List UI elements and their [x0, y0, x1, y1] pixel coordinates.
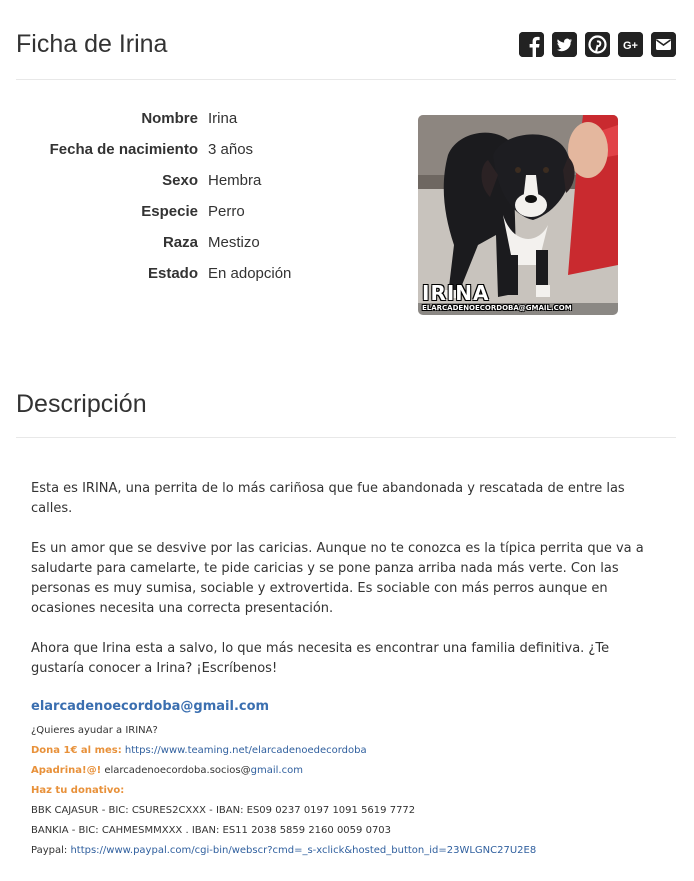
- teaming-link[interactable]: https://www.teaming.net/elarcadenoedecor…: [125, 745, 367, 756]
- paypal-label: Paypal:: [31, 845, 68, 856]
- fact-row-breed: Raza Mestizo: [16, 227, 316, 258]
- page-header: Ficha de Irina G+: [16, 28, 676, 60]
- paypal-line: Paypal: https://www.paypal.com/cgi-bin/w…: [31, 841, 671, 861]
- pinterest-icon[interactable]: [585, 32, 610, 57]
- page-title: Ficha de Irina: [16, 30, 168, 58]
- bank-account-2: BANKIA - BIC: CAHMESMMXXX . IBAN: ES11 2…: [31, 825, 392, 836]
- donate-label: Dona 1€ al mes:: [31, 745, 122, 756]
- donate-line: Dona 1€ al mes: https://www.teaming.net/…: [31, 741, 671, 761]
- bank-account-1: BBK CAJASUR - BIC: CSURES2CXXX - IBAN: E…: [31, 805, 416, 816]
- description-paragraph: Ahora que Irina esta a salvo, lo que más…: [31, 641, 610, 676]
- fact-value: Mestizo: [208, 234, 260, 251]
- sponsor-line: Apadrina!@! elarcadenoecordoba.socios@gm…: [31, 761, 671, 781]
- description-divider: [16, 437, 676, 438]
- sponsor-label: Apadrina!@!: [31, 765, 102, 776]
- help-question: ¿Quieres ayudar a IRINA?: [31, 725, 158, 736]
- google-plus-label: G+: [623, 40, 638, 52]
- share-buttons: G+: [511, 32, 676, 57]
- fact-row-status: Estado En adopción: [16, 258, 316, 289]
- donation-label: Haz tu donativo:: [31, 785, 125, 796]
- header-divider: [16, 79, 676, 80]
- fact-row-sex: Sexo Hembra: [16, 165, 316, 196]
- fact-value: 3 años: [208, 141, 254, 158]
- fact-label: Especie: [141, 203, 198, 220]
- contact-email-link[interactable]: elarcadenoecordoba@gmail.com: [31, 697, 666, 717]
- twitter-icon[interactable]: [552, 32, 577, 57]
- fact-row-birth: Fecha de nacimiento 3 años: [16, 134, 316, 165]
- email-icon[interactable]: [651, 32, 676, 57]
- facebook-icon[interactable]: [519, 32, 544, 57]
- fact-row-species: Especie Perro: [16, 196, 316, 227]
- pet-facts: Nombre Irina Fecha de nacimiento 3 años …: [16, 103, 316, 289]
- fact-label: Nombre: [141, 110, 198, 127]
- photo-caption: IRINA ELARCADENOECORDOBA@GMAIL.COM: [422, 282, 572, 313]
- description-paragraph: Esta es IRINA, una perrita de lo más car…: [31, 481, 625, 516]
- pet-photo[interactable]: IRINA ELARCADENOECORDOBA@GMAIL.COM: [418, 115, 618, 315]
- fact-label: Estado: [147, 265, 198, 282]
- photo-caption-name: IRINA: [422, 281, 490, 305]
- fact-value: Hembra: [208, 172, 262, 189]
- photo-caption-email: ELARCADENOECORDOBA@GMAIL.COM: [422, 304, 572, 312]
- fact-value: En adopción: [208, 265, 292, 282]
- sponsor-email-link[interactable]: gmail.com: [251, 765, 303, 776]
- sponsor-text: elarcadenoecordoba.socios@: [104, 765, 251, 776]
- fact-value: Irina: [208, 110, 238, 127]
- description-title: Descripción: [16, 390, 147, 418]
- fact-label: Raza: [162, 234, 198, 251]
- help-section: ¿Quieres ayudar a IRINA? Dona 1€ al mes:…: [31, 721, 671, 861]
- fact-row-name: Nombre Irina: [16, 103, 316, 134]
- fact-label: Fecha de nacimiento: [49, 141, 198, 158]
- description-paragraph: Es un amor que se desvive por las carici…: [31, 541, 644, 616]
- paypal-link[interactable]: https://www.paypal.com/cgi-bin/webscr?cm…: [70, 845, 536, 856]
- google-plus-icon[interactable]: G+: [618, 32, 643, 57]
- fact-value: Perro: [208, 203, 245, 220]
- fact-label: Sexo: [162, 172, 198, 189]
- description-body: Esta es IRINA, una perrita de lo más car…: [31, 479, 666, 717]
